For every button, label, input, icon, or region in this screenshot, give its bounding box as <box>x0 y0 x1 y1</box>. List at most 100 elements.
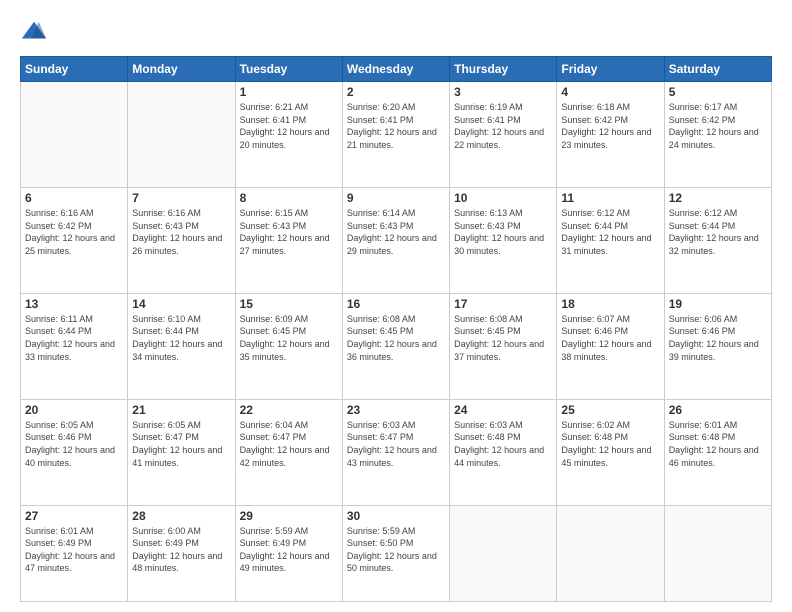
day-info: Sunrise: 6:10 AMSunset: 6:44 PMDaylight:… <box>132 313 230 363</box>
calendar-cell: 10 Sunrise: 6:13 AMSunset: 6:43 PMDayligh… <box>450 187 557 293</box>
calendar-cell: 23 Sunrise: 6:03 AMSunset: 6:47 PMDayligh… <box>342 399 449 505</box>
calendar-week-row: 13 Sunrise: 6:11 AMSunset: 6:44 PMDayligh… <box>21 293 772 399</box>
day-number: 6 <box>25 191 123 205</box>
calendar-cell: 21Sunrise: 6:05 AMSunset: 6:47 PMDayligh… <box>128 399 235 505</box>
calendar-cell <box>128 82 235 188</box>
calendar-cell: 7 Sunrise: 6:16 AMSunset: 6:43 PMDaylight… <box>128 187 235 293</box>
day-number: 5 <box>669 85 767 99</box>
day-info: Sunrise: 6:21 AMSunset: 6:41 PMDaylight:… <box>240 101 338 151</box>
day-number: 29 <box>240 509 338 523</box>
day-info: Sunrise: 6:03 AMSunset: 6:48 PMDaylight:… <box>454 419 552 469</box>
day-number: 7 <box>132 191 230 205</box>
day-info: Sunrise: 6:08 AMSunset: 6:45 PMDaylight:… <box>454 313 552 363</box>
day-number: 2 <box>347 85 445 99</box>
weekday-header-wednesday: Wednesday <box>342 57 449 82</box>
day-info: Sunrise: 6:15 AMSunset: 6:43 PMDaylight:… <box>240 207 338 257</box>
logo-icon <box>20 18 48 46</box>
day-number: 4 <box>561 85 659 99</box>
calendar-week-row: 1 Sunrise: 6:21 AMSunset: 6:41 PMDaylight… <box>21 82 772 188</box>
day-number: 24 <box>454 403 552 417</box>
calendar-cell: 1 Sunrise: 6:21 AMSunset: 6:41 PMDaylight… <box>235 82 342 188</box>
weekday-header-thursday: Thursday <box>450 57 557 82</box>
day-number: 21 <box>132 403 230 417</box>
calendar-week-row: 27Sunrise: 6:01 AMSunset: 6:49 PMDayligh… <box>21 505 772 601</box>
day-number: 26 <box>669 403 767 417</box>
day-info: Sunrise: 6:20 AMSunset: 6:41 PMDaylight:… <box>347 101 445 151</box>
day-info: Sunrise: 6:01 AMSunset: 6:48 PMDaylight:… <box>669 419 767 469</box>
day-info: Sunrise: 6:18 AMSunset: 6:42 PMDaylight:… <box>561 101 659 151</box>
calendar-cell: 14 Sunrise: 6:10 AMSunset: 6:44 PMDayligh… <box>128 293 235 399</box>
calendar-week-row: 20Sunrise: 6:05 AMSunset: 6:46 PMDayligh… <box>21 399 772 505</box>
calendar-cell: 6 Sunrise: 6:16 AMSunset: 6:42 PMDaylight… <box>21 187 128 293</box>
day-number: 15 <box>240 297 338 311</box>
logo <box>20 18 52 46</box>
day-number: 3 <box>454 85 552 99</box>
header <box>20 18 772 46</box>
day-number: 30 <box>347 509 445 523</box>
day-number: 9 <box>347 191 445 205</box>
day-info: Sunrise: 6:19 AMSunset: 6:41 PMDaylight:… <box>454 101 552 151</box>
day-number: 17 <box>454 297 552 311</box>
day-info: Sunrise: 6:13 AMSunset: 6:43 PMDaylight:… <box>454 207 552 257</box>
calendar-cell: 20Sunrise: 6:05 AMSunset: 6:46 PMDayligh… <box>21 399 128 505</box>
calendar-cell: 17 Sunrise: 6:08 AMSunset: 6:45 PMDayligh… <box>450 293 557 399</box>
calendar-cell: 16 Sunrise: 6:08 AMSunset: 6:45 PMDayligh… <box>342 293 449 399</box>
calendar-cell: 26 Sunrise: 6:01 AMSunset: 6:48 PMDayligh… <box>664 399 771 505</box>
day-info: Sunrise: 6:17 AMSunset: 6:42 PMDaylight:… <box>669 101 767 151</box>
day-info: Sunrise: 6:11 AMSunset: 6:44 PMDaylight:… <box>25 313 123 363</box>
calendar-cell: 12Sunrise: 6:12 AMSunset: 6:44 PMDayligh… <box>664 187 771 293</box>
calendar-cell: 9 Sunrise: 6:14 AMSunset: 6:43 PMDaylight… <box>342 187 449 293</box>
calendar-cell <box>450 505 557 601</box>
day-info: Sunrise: 6:09 AMSunset: 6:45 PMDaylight:… <box>240 313 338 363</box>
calendar-cell: 19 Sunrise: 6:06 AMSunset: 6:46 PMDayligh… <box>664 293 771 399</box>
calendar-cell: 13 Sunrise: 6:11 AMSunset: 6:44 PMDayligh… <box>21 293 128 399</box>
day-info: Sunrise: 6:14 AMSunset: 6:43 PMDaylight:… <box>347 207 445 257</box>
calendar-table: SundayMondayTuesdayWednesdayThursdayFrid… <box>20 56 772 602</box>
day-info: Sunrise: 6:16 AMSunset: 6:42 PMDaylight:… <box>25 207 123 257</box>
calendar-cell: 22 Sunrise: 6:04 AMSunset: 6:47 PMDayligh… <box>235 399 342 505</box>
weekday-header-row: SundayMondayTuesdayWednesdayThursdayFrid… <box>21 57 772 82</box>
day-number: 11 <box>561 191 659 205</box>
day-info: Sunrise: 6:03 AMSunset: 6:47 PMDaylight:… <box>347 419 445 469</box>
day-number: 22 <box>240 403 338 417</box>
day-info: Sunrise: 6:05 AMSunset: 6:46 PMDaylight:… <box>25 419 123 469</box>
day-number: 10 <box>454 191 552 205</box>
day-info: Sunrise: 6:16 AMSunset: 6:43 PMDaylight:… <box>132 207 230 257</box>
day-number: 1 <box>240 85 338 99</box>
calendar-cell <box>664 505 771 601</box>
day-info: Sunrise: 6:08 AMSunset: 6:45 PMDaylight:… <box>347 313 445 363</box>
day-number: 13 <box>25 297 123 311</box>
weekday-header-sunday: Sunday <box>21 57 128 82</box>
day-info: Sunrise: 6:04 AMSunset: 6:47 PMDaylight:… <box>240 419 338 469</box>
day-info: Sunrise: 5:59 AMSunset: 6:49 PMDaylight:… <box>240 525 338 575</box>
day-info: Sunrise: 6:01 AMSunset: 6:49 PMDaylight:… <box>25 525 123 575</box>
weekday-header-tuesday: Tuesday <box>235 57 342 82</box>
day-number: 19 <box>669 297 767 311</box>
weekday-header-saturday: Saturday <box>664 57 771 82</box>
calendar-cell: 8 Sunrise: 6:15 AMSunset: 6:43 PMDaylight… <box>235 187 342 293</box>
day-number: 8 <box>240 191 338 205</box>
calendar-week-row: 6 Sunrise: 6:16 AMSunset: 6:42 PMDaylight… <box>21 187 772 293</box>
calendar-cell <box>21 82 128 188</box>
calendar-cell: 11 Sunrise: 6:12 AMSunset: 6:44 PMDayligh… <box>557 187 664 293</box>
calendar-cell: 27Sunrise: 6:01 AMSunset: 6:49 PMDayligh… <box>21 505 128 601</box>
day-info: Sunrise: 6:06 AMSunset: 6:46 PMDaylight:… <box>669 313 767 363</box>
page: SundayMondayTuesdayWednesdayThursdayFrid… <box>0 0 792 612</box>
day-number: 18 <box>561 297 659 311</box>
day-info: Sunrise: 5:59 AMSunset: 6:50 PMDaylight:… <box>347 525 445 575</box>
calendar-cell: 15 Sunrise: 6:09 AMSunset: 6:45 PMDayligh… <box>235 293 342 399</box>
calendar-cell: 4 Sunrise: 6:18 AMSunset: 6:42 PMDaylight… <box>557 82 664 188</box>
calendar-cell: 29 Sunrise: 5:59 AMSunset: 6:49 PMDayligh… <box>235 505 342 601</box>
day-info: Sunrise: 6:12 AMSunset: 6:44 PMDaylight:… <box>669 207 767 257</box>
calendar-cell: 3 Sunrise: 6:19 AMSunset: 6:41 PMDaylight… <box>450 82 557 188</box>
calendar-cell: 2 Sunrise: 6:20 AMSunset: 6:41 PMDaylight… <box>342 82 449 188</box>
day-number: 23 <box>347 403 445 417</box>
day-info: Sunrise: 6:07 AMSunset: 6:46 PMDaylight:… <box>561 313 659 363</box>
day-number: 14 <box>132 297 230 311</box>
weekday-header-monday: Monday <box>128 57 235 82</box>
calendar-cell: 25Sunrise: 6:02 AMSunset: 6:48 PMDayligh… <box>557 399 664 505</box>
day-number: 16 <box>347 297 445 311</box>
day-number: 28 <box>132 509 230 523</box>
day-info: Sunrise: 6:12 AMSunset: 6:44 PMDaylight:… <box>561 207 659 257</box>
day-info: Sunrise: 6:00 AMSunset: 6:49 PMDaylight:… <box>132 525 230 575</box>
